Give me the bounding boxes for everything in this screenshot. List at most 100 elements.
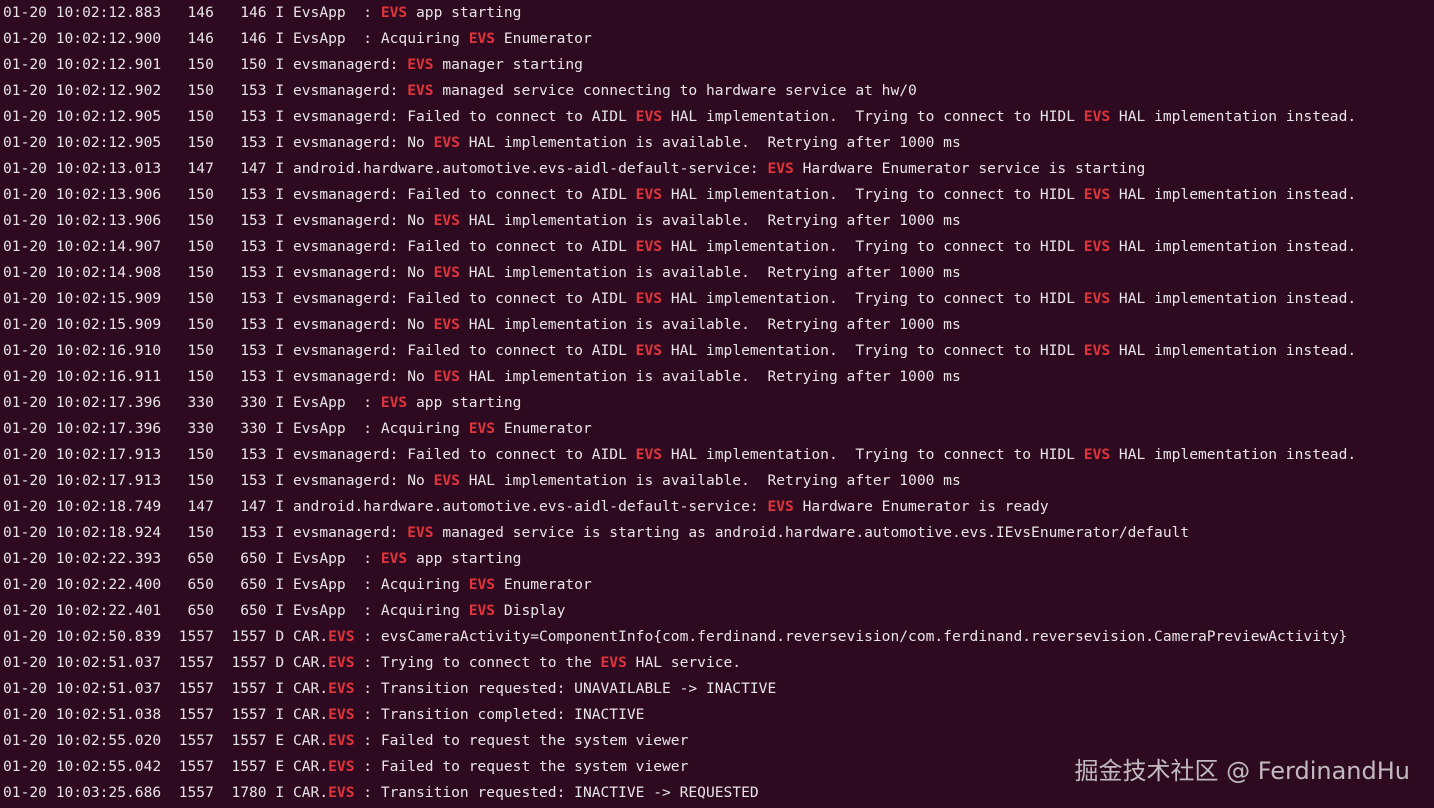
log-tag: android.hardware.automotive.evs-aidl-def…	[292, 160, 750, 177]
log-timestamp: 01-20 10:02:16.911	[3, 368, 162, 385]
log-timestamp: 01-20 10:02:50.839	[3, 628, 162, 645]
log-timestamp: 01-20 10:02:13.906	[3, 212, 162, 229]
log-tag: EvsApp	[292, 550, 364, 567]
log-level: D	[275, 628, 285, 645]
log-tid: 330	[213, 394, 267, 411]
log-message-highlight: EVS	[407, 524, 434, 541]
log-message-text: evsCameraActivity=ComponentInfo{com.ferd…	[380, 628, 1348, 645]
log-tid: 1780	[213, 784, 267, 801]
log-tid: 1557	[213, 628, 267, 645]
log-tag: EvsApp	[292, 420, 364, 437]
log-line: 01-20 10:02:16.911 150 153 I evsmanagerd…	[3, 368, 961, 385]
log-tid: 153	[213, 368, 267, 385]
log-message-text: Failed to connect to AIDL	[407, 446, 636, 463]
log-level: I	[275, 56, 285, 73]
log-tag: CAR.	[292, 732, 329, 749]
log-message-text: Acquiring	[380, 30, 469, 47]
log-message-highlight: EVS	[433, 264, 460, 281]
log-message-text: HAL implementation. Trying to connect to…	[662, 290, 1084, 307]
log-timestamp: 01-20 10:02:14.907	[3, 238, 162, 255]
log-tag: evsmanagerd	[292, 472, 390, 489]
log-line: 01-20 10:02:22.393 650 650 I EvsApp : EV…	[3, 550, 522, 567]
log-message-highlight: EVS	[767, 498, 794, 515]
log-line: 01-20 10:02:13.013 147 147 I android.har…	[3, 160, 1146, 177]
log-timestamp: 01-20 10:02:16.910	[3, 342, 162, 359]
log-message-highlight: EVS	[433, 212, 460, 229]
log-message-text: Hardware Enumerator is ready	[793, 498, 1049, 515]
log-pid: 650	[161, 550, 214, 567]
log-tid: 1557	[213, 758, 267, 775]
log-pid: 1557	[161, 654, 214, 671]
log-tid: 153	[213, 108, 267, 125]
log-line: 01-20 10:02:13.906 150 153 I evsmanagerd…	[3, 212, 961, 229]
log-pid: 146	[161, 30, 214, 47]
log-message-highlight: EVS	[1083, 342, 1111, 359]
log-message-highlight: EVS	[635, 108, 663, 125]
log-message-text: HAL implementation. Trying to connect to…	[662, 108, 1084, 125]
log-pid: 1557	[161, 680, 214, 697]
log-message-highlight: EVS	[635, 186, 663, 203]
log-level: E	[275, 732, 285, 749]
log-message-text: Enumerator	[495, 420, 592, 437]
log-tag: evsmanagerd	[292, 56, 390, 73]
log-tid: 147	[213, 498, 267, 515]
log-tag: evsmanagerd	[292, 82, 390, 99]
log-pid: 150	[161, 212, 214, 229]
log-message-highlight: EVS	[468, 602, 496, 619]
log-tid: 330	[213, 420, 267, 437]
log-message-highlight: EVS	[635, 238, 663, 255]
log-line: 01-20 10:02:14.907 150 153 I evsmanagerd…	[3, 238, 1357, 255]
log-level: I	[275, 498, 285, 515]
log-line: 01-20 10:02:17.913 150 153 I evsmanagerd…	[3, 446, 1357, 463]
log-pid: 150	[161, 342, 214, 359]
log-tag-highlight: EVS	[328, 628, 355, 645]
log-timestamp: 01-20 10:02:22.401	[3, 602, 162, 619]
log-tag: evsmanagerd	[292, 264, 390, 281]
log-message-text: managed service connecting to hardware s…	[433, 82, 917, 99]
log-timestamp: 01-20 10:02:17.396	[3, 420, 162, 437]
log-pid: 150	[161, 134, 214, 151]
log-line: 01-20 10:03:25.686 1557 1780 I CAR.EVS :…	[3, 784, 759, 801]
log-message-highlight: EVS	[407, 82, 434, 99]
log-message-text: Acquiring	[380, 602, 469, 619]
log-timestamp: 01-20 10:02:12.883	[3, 4, 162, 21]
log-tag: CAR.	[292, 758, 329, 775]
log-message-text: HAL implementation instead.	[1110, 342, 1357, 359]
log-line: 01-20 10:02:22.401 650 650 I EvsApp : Ac…	[3, 602, 566, 619]
log-tag: EvsApp	[292, 576, 364, 593]
log-tag: EvsApp	[292, 30, 364, 47]
log-tag: evsmanagerd	[292, 108, 390, 125]
log-message-text: Enumerator	[495, 30, 592, 47]
log-level: I	[275, 602, 285, 619]
log-tag: evsmanagerd	[292, 316, 390, 333]
log-message-text: No	[407, 134, 434, 151]
log-tid: 153	[213, 264, 267, 281]
log-line: 01-20 10:02:14.908 150 153 I evsmanagerd…	[3, 264, 961, 281]
log-line: 01-20 10:02:51.037 1557 1557 D CAR.EVS :…	[3, 654, 742, 671]
log-message-text: HAL implementation is available. Retryin…	[459, 472, 961, 489]
log-tid: 146	[213, 30, 267, 47]
log-pid: 146	[161, 4, 214, 21]
log-tag: CAR.	[292, 680, 329, 697]
log-message-text: HAL implementation is available. Retryin…	[459, 368, 961, 385]
log-timestamp: 01-20 10:02:13.906	[3, 186, 162, 203]
log-message-highlight: EVS	[1083, 108, 1111, 125]
log-pid: 1557	[161, 784, 214, 801]
log-pid: 150	[161, 108, 214, 125]
log-timestamp: 01-20 10:02:13.013	[3, 160, 162, 177]
log-message-text: Hardware Enumerator service is starting	[793, 160, 1146, 177]
log-line: 01-20 10:02:12.900 146 146 I EvsApp : Ac…	[3, 30, 592, 47]
log-message-highlight: EVS	[1083, 446, 1111, 463]
log-timestamp: 01-20 10:02:12.900	[3, 30, 162, 47]
log-message-text: Enumerator	[495, 576, 592, 593]
log-pid: 1557	[161, 732, 214, 749]
log-message-text: HAL implementation is available. Retryin…	[459, 134, 961, 151]
log-timestamp: 01-20 10:02:12.905	[3, 108, 162, 125]
log-tag: EvsApp	[292, 4, 364, 21]
log-message-text: HAL service.	[626, 654, 742, 671]
log-line: 01-20 10:02:51.037 1557 1557 I CAR.EVS :…	[3, 680, 777, 697]
terminal-window[interactable]: 01-20 10:02:12.883 146 146 I EvsApp : EV…	[0, 0, 1434, 808]
log-line: 01-20 10:02:15.909 150 153 I evsmanagerd…	[3, 316, 961, 333]
log-level: I	[275, 82, 285, 99]
log-line: 01-20 10:02:13.906 150 153 I evsmanagerd…	[3, 186, 1357, 203]
